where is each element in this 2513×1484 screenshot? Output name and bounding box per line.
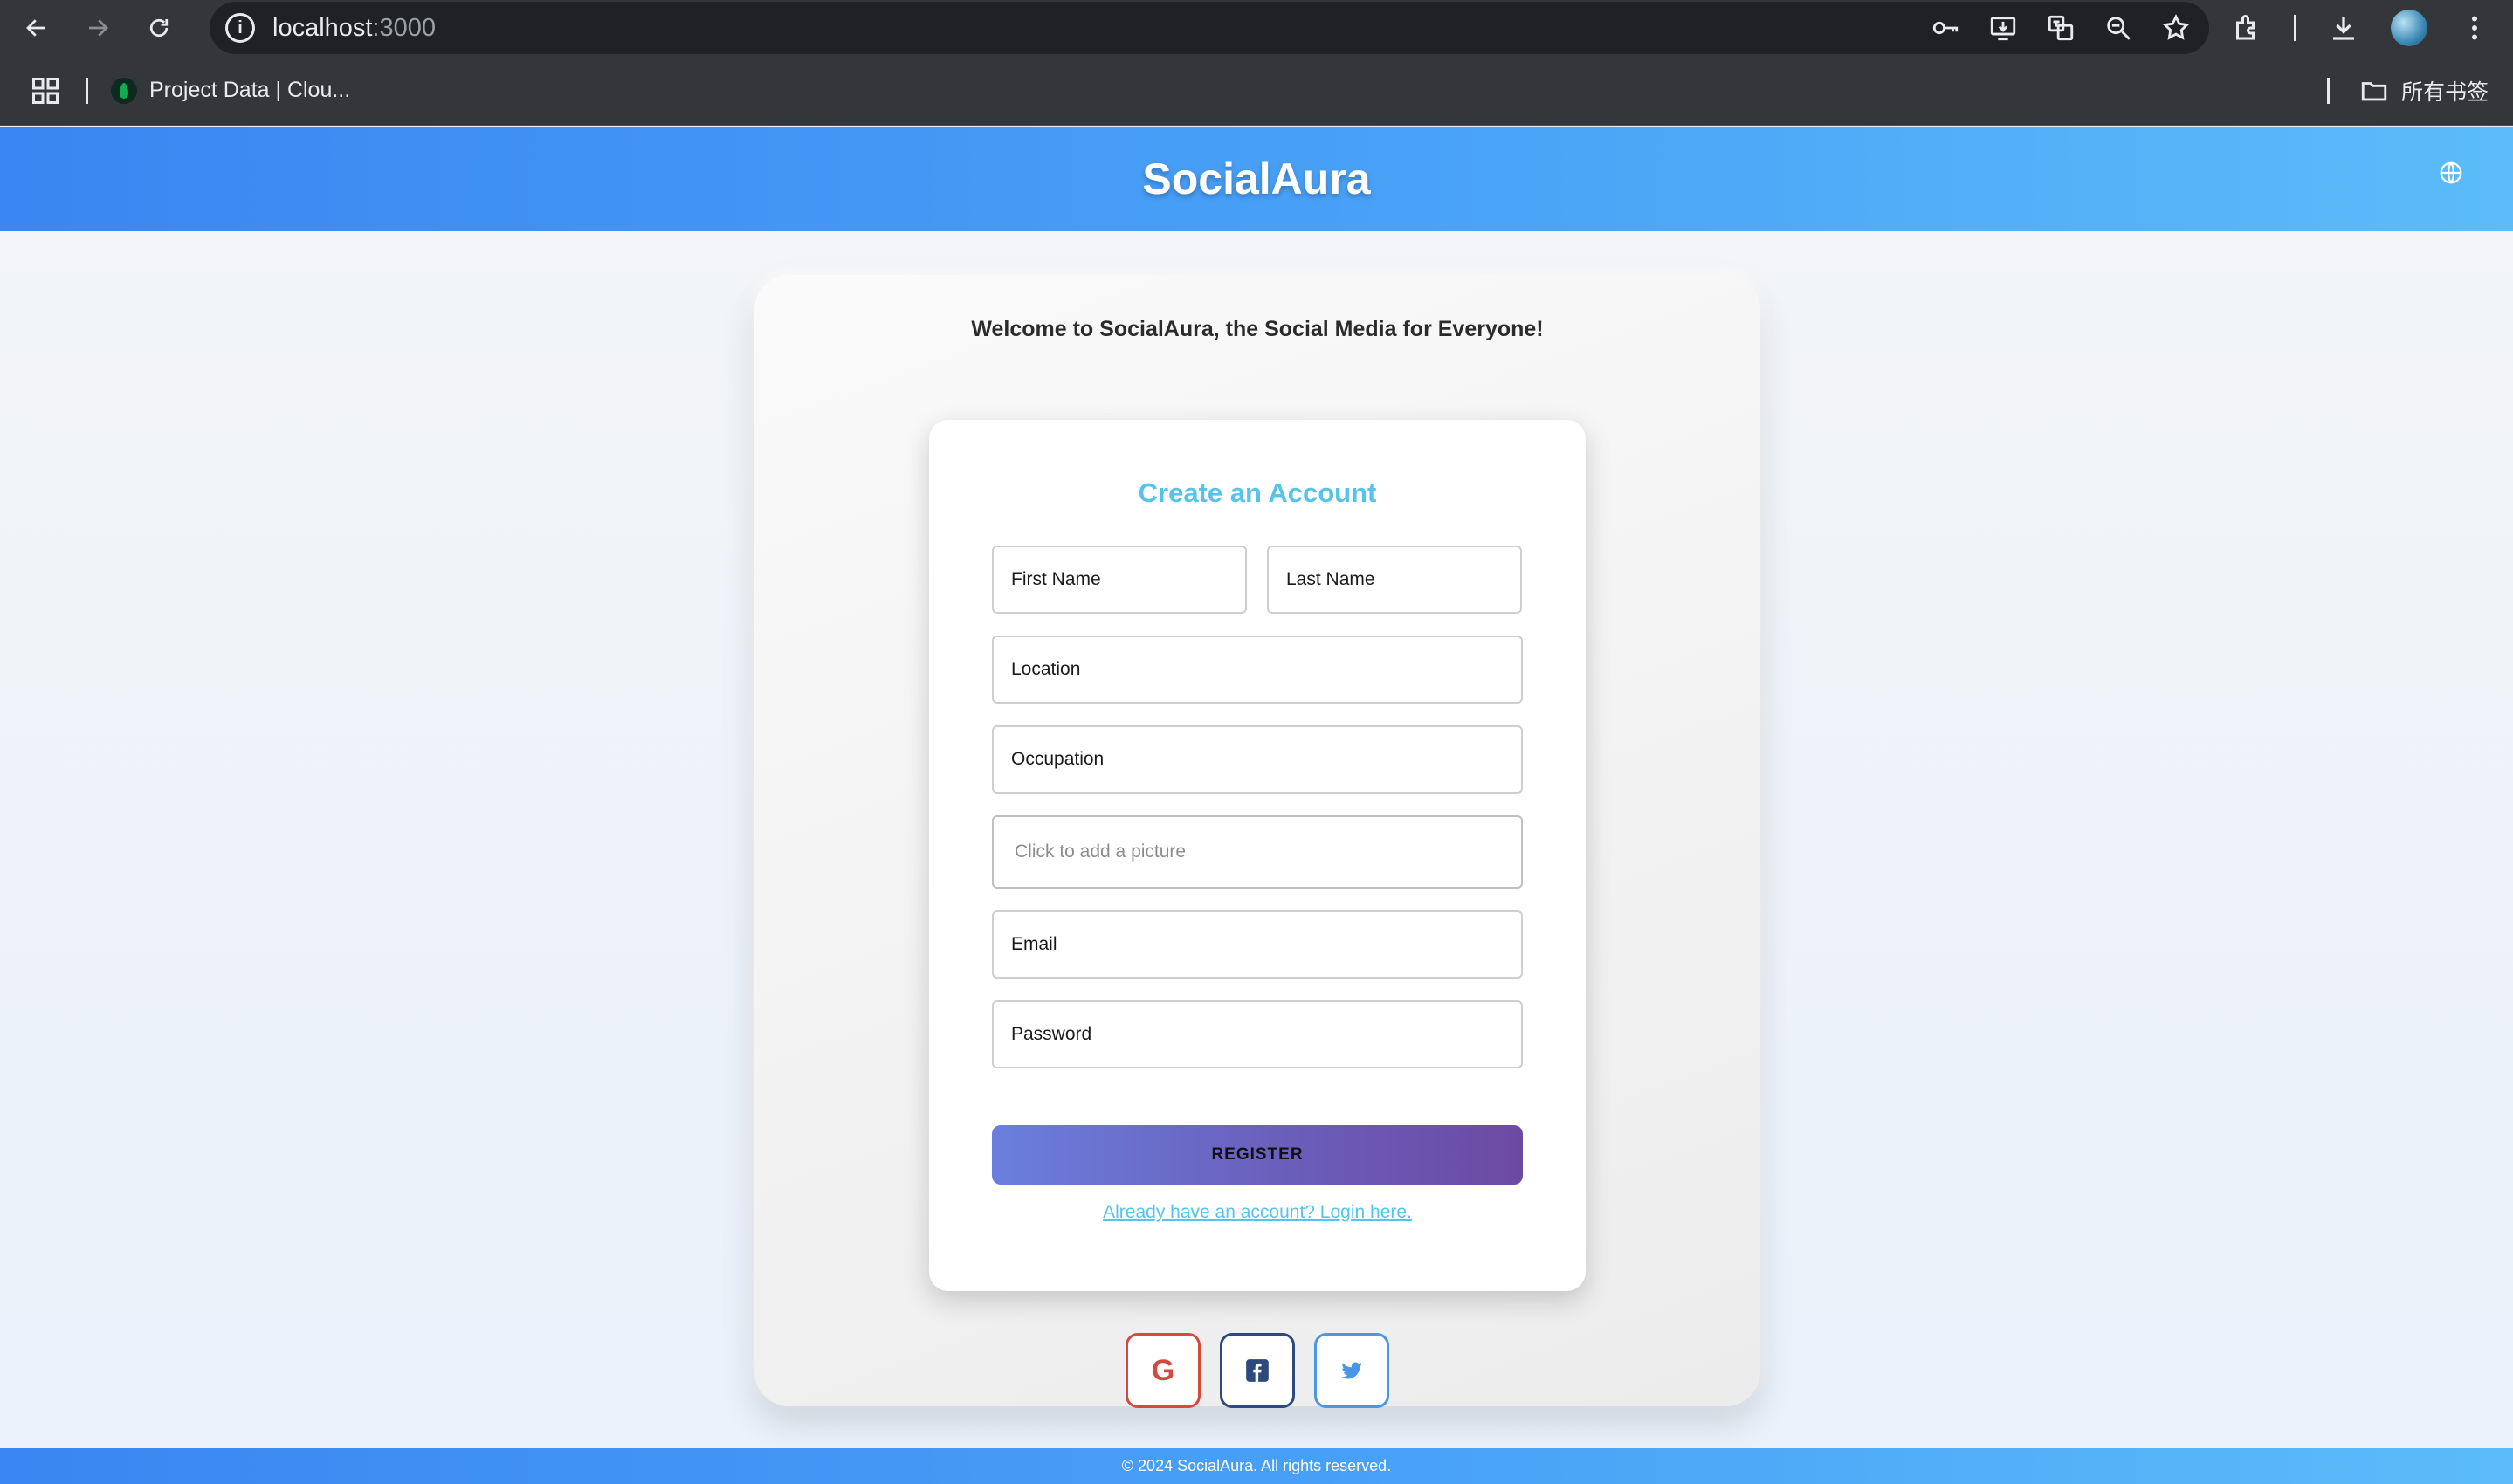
- all-bookmarks-label: 所有书签: [2400, 80, 2489, 105]
- facebook-icon: [1246, 1359, 1269, 1382]
- first-name-field[interactable]: First Name: [992, 546, 1247, 614]
- footer-text: © 2024 SocialAura. All rights reserved.: [1121, 1457, 1392, 1474]
- browser-toolbar: i localhost:3000: [0, 0, 2513, 56]
- zoom-icon[interactable]: [2103, 12, 2134, 44]
- back-arrow-icon[interactable]: [12, 3, 61, 52]
- password-field[interactable]: Password: [992, 1000, 1523, 1068]
- mongodb-leaf-icon: [111, 77, 137, 104]
- bookmarks-bar: Project Data | Clou... 所有书签: [0, 56, 2513, 126]
- apps-grid-icon[interactable]: [30, 75, 61, 106]
- toolbar-separator: [2294, 15, 2296, 41]
- brand-logo[interactable]: SocialAura: [1142, 154, 1370, 204]
- page-footer: © 2024 SocialAura. All rights reserved.: [0, 1448, 2513, 1484]
- omnibox-actions: [1930, 2, 2192, 54]
- location-field[interactable]: Location: [992, 636, 1523, 704]
- email-field[interactable]: Email: [992, 910, 1523, 979]
- twitter-icon: [1341, 1362, 1362, 1379]
- register-button[interactable]: REGISTER: [992, 1125, 1523, 1185]
- profile-avatar[interactable]: [2391, 10, 2427, 46]
- google-login-button[interactable]: G: [1126, 1333, 1201, 1408]
- facebook-login-button[interactable]: [1220, 1333, 1295, 1408]
- picture-dropzone[interactable]: Click to add a picture: [992, 815, 1523, 889]
- bookmark-separator: [86, 77, 88, 104]
- google-icon: G: [1151, 1353, 1175, 1387]
- bookmark-separator: [2326, 78, 2330, 104]
- globe-icon[interactable]: [2438, 160, 2464, 186]
- bookmark-project-data[interactable]: Project Data | Clou...: [111, 77, 351, 104]
- main-content: Welcome to SocialAura, the Social Media …: [0, 231, 2513, 1448]
- bookmark-star-icon[interactable]: [2160, 12, 2192, 44]
- address-bar[interactable]: i localhost:3000: [210, 2, 2209, 54]
- welcome-text: Welcome to SocialAura, the Social Media …: [971, 317, 1544, 341]
- twitter-login-button[interactable]: [1314, 1333, 1389, 1408]
- register-form: Create an Account First Name Last Name L…: [929, 420, 1586, 1291]
- extensions-icon[interactable]: [2231, 12, 2262, 44]
- browser-right-controls: [2231, 0, 2513, 56]
- app-header: SocialAura: [0, 127, 2513, 231]
- download-icon[interactable]: [2328, 12, 2359, 44]
- all-bookmarks[interactable]: 所有书签: [2326, 56, 2489, 126]
- bookmark-label: Project Data | Clou...: [149, 78, 351, 102]
- translate-icon[interactable]: [2045, 12, 2076, 44]
- form-title: Create an Account: [1138, 477, 1377, 508]
- reload-icon[interactable]: [134, 3, 183, 52]
- folder-icon: [2361, 82, 2387, 101]
- forward-arrow-icon[interactable]: [73, 3, 122, 52]
- site-info-icon[interactable]: i: [225, 13, 255, 43]
- last-name-field[interactable]: Last Name: [1267, 546, 1522, 614]
- url-text[interactable]: localhost:3000: [272, 14, 436, 43]
- install-icon[interactable]: [1987, 12, 2019, 44]
- login-link[interactable]: Already have an account? Login here.: [929, 1202, 1586, 1223]
- menu-dots-icon[interactable]: [2459, 12, 2490, 44]
- occupation-field[interactable]: Occupation: [992, 725, 1523, 794]
- register-panel: Welcome to SocialAura, the Social Media …: [754, 275, 1760, 1408]
- password-key-icon[interactable]: [1930, 12, 1961, 44]
- social-login-row: G: [1126, 1333, 1389, 1408]
